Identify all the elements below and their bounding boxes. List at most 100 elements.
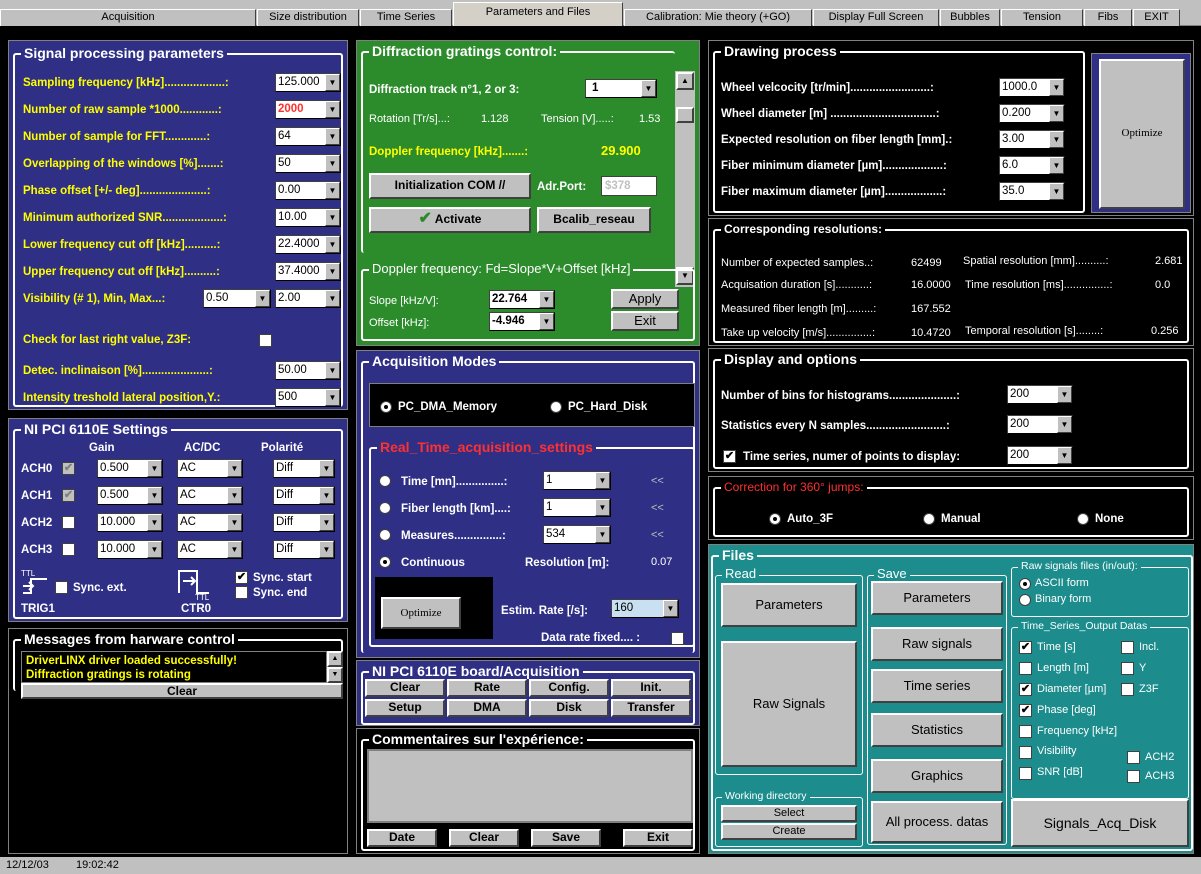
ach2-checkbox[interactable] [62,516,75,529]
comment-save-button[interactable]: Save [531,829,601,847]
output-snr-checkbox[interactable] [1019,767,1032,780]
read-raw-signals-button[interactable]: Raw Signals [721,641,857,767]
lower-cutoff-select[interactable]: 22.4000 ▼ [275,235,341,254]
overlap-select[interactable]: 50 ▼ [275,154,341,173]
tab-display-full-screen[interactable]: Display Full Screen [813,9,939,26]
output-phase-checkbox[interactable]: ✔ [1019,704,1032,717]
bcalib-reseau-button[interactable]: Bcalib_reseau [537,207,651,233]
apply-button[interactable]: Apply [611,289,679,309]
ach0-polarity-select[interactable]: Diff ▼ [273,459,335,478]
ach2-polarity-select[interactable]: Diff ▼ [273,513,335,532]
wheel-velocity-select[interactable]: 1000.0 ▼ [999,78,1065,97]
ach1-gain-select[interactable]: 0.500 ▼ [97,486,163,505]
board-dma-button[interactable]: DMA [447,699,527,717]
ach2-gain-select[interactable]: 10.000 ▼ [97,513,163,532]
draw-optimize-button[interactable]: Optimize [1099,59,1185,209]
fiber-min-select[interactable]: 6.0 ▼ [999,156,1065,175]
sync-ext-checkbox[interactable] [55,581,68,594]
comment-date-button[interactable]: Date [367,829,437,847]
tab-size-distribution[interactable]: Size distribution [257,9,359,26]
measures-radio[interactable] [379,529,391,541]
tab-fibs[interactable]: Fibs [1084,9,1132,26]
ach3-checkbox[interactable] [62,543,75,556]
read-parameters-button[interactable]: Parameters [721,583,857,627]
board-init-button[interactable]: Init. [611,679,691,697]
save-time-series-button[interactable]: Time series [871,669,1003,703]
scroll-thumb[interactable] [676,107,694,123]
tab-bubbles[interactable]: Bubbles [940,9,1000,26]
wheel-diameter-select[interactable]: 0.200 ▼ [999,104,1065,123]
output-frequency-checkbox[interactable] [1019,725,1032,738]
output-ach2-checkbox[interactable] [1127,751,1140,764]
estim-rate-select[interactable]: 160 ▼ [611,599,679,618]
output-incl-checkbox[interactable] [1121,641,1134,654]
scroll-up-button[interactable]: ▲ [676,72,694,90]
scroll-up-button[interactable]: ▲ [327,651,343,667]
fiber-max-select[interactable]: 35.0 ▼ [999,182,1065,201]
board-setup-button[interactable]: Setup [365,699,445,717]
output-y-checkbox[interactable] [1121,662,1134,675]
sync-end-checkbox[interactable] [235,586,248,599]
save-graphics-button[interactable]: Graphics [871,759,1003,793]
acq-optimize-button[interactable]: Optimize [381,597,461,629]
ach0-acdc-select[interactable]: AC ▼ [177,459,243,478]
ascii-radio[interactable] [1019,578,1031,590]
ach0-checkbox[interactable]: ✔ [62,462,75,475]
mode-disk-radio[interactable] [550,401,562,413]
board-config-button[interactable]: Config. [529,679,609,697]
bins-select[interactable]: 200 ▼ [1007,385,1073,404]
output-length-checkbox[interactable] [1019,662,1032,675]
slope-select[interactable]: 22.764 ▼ [489,290,555,309]
board-disk-button[interactable]: Disk [529,699,609,717]
visibility-min-select[interactable]: 0.50 ▼ [203,289,271,308]
comment-clear-button[interactable]: Clear [449,829,519,847]
output-z3f-checkbox[interactable] [1121,683,1134,696]
ach3-acdc-select[interactable]: AC ▼ [177,540,243,559]
adr-port-input[interactable]: $378 [601,176,657,196]
track-select[interactable]: 1 ▼ [585,79,657,98]
slope-exit-button[interactable]: Exit [611,311,679,331]
binary-radio[interactable] [1019,594,1031,606]
ach3-gain-select[interactable]: 10.000 ▼ [97,540,163,559]
board-rate-button[interactable]: Rate [447,679,527,697]
comments-textarea[interactable] [367,749,693,823]
auto-3f-radio[interactable] [769,513,781,525]
ach1-checkbox[interactable]: ✔ [62,489,75,502]
output-diameter-checkbox[interactable]: ✔ [1019,683,1032,696]
continuous-radio[interactable] [379,556,391,568]
output-time-checkbox[interactable]: ✔ [1019,641,1032,654]
diffraction-scrollbar[interactable]: ▲ ▼ [675,71,695,287]
raw-sample-select[interactable]: 2000 ▼ [275,100,341,119]
activate-button[interactable]: ✔ Activate [369,207,531,233]
none-radio[interactable] [1077,513,1089,525]
signals-acq-disk-button[interactable]: Signals_Acq_Disk [1011,799,1189,847]
tab-calibration[interactable]: Calibration: Mie theory (+GO) [624,9,812,26]
statistics-every-select[interactable]: 200 ▼ [1007,415,1073,434]
tab-tension[interactable]: Tension [1001,9,1083,26]
ach1-polarity-select[interactable]: Diff ▼ [273,486,335,505]
tab-parameters-and-files[interactable]: Parameters and Files [453,2,623,26]
init-com-button[interactable]: Initialization COM // [369,173,531,199]
measures-select[interactable]: 534 ▼ [543,525,611,544]
expected-resolution-select[interactable]: 3.00 ▼ [999,130,1065,149]
create-directory-button[interactable]: Create [721,823,857,840]
visibility-max-select[interactable]: 2.00 ▼ [275,289,341,308]
ach3-polarity-select[interactable]: Diff ▼ [273,540,335,559]
data-rate-fixed-checkbox[interactable] [671,632,684,645]
messages-clear-button[interactable]: Clear [21,683,343,699]
fiber-length-radio[interactable] [379,502,391,514]
time-series-points-select[interactable]: 200 ▼ [1007,446,1073,465]
scroll-down-button[interactable]: ▼ [327,667,343,683]
check-z3f-checkbox[interactable] [259,334,272,347]
fiber-length-select[interactable]: 1 ▼ [543,498,611,517]
manual-radio[interactable] [923,513,935,525]
mode-dma-radio[interactable] [380,401,392,413]
sync-start-checkbox[interactable]: ✔ [235,571,248,584]
output-ach3-checkbox[interactable] [1127,770,1140,783]
intensity-threshold-select[interactable]: 500 ▼ [275,388,341,407]
upper-cutoff-select[interactable]: 37.4000 ▼ [275,262,341,281]
ach1-acdc-select[interactable]: AC ▼ [177,486,243,505]
time-series-points-checkbox[interactable]: ✔ [723,450,736,463]
tab-exit[interactable]: EXIT [1133,9,1180,26]
time-radio[interactable] [379,475,391,487]
